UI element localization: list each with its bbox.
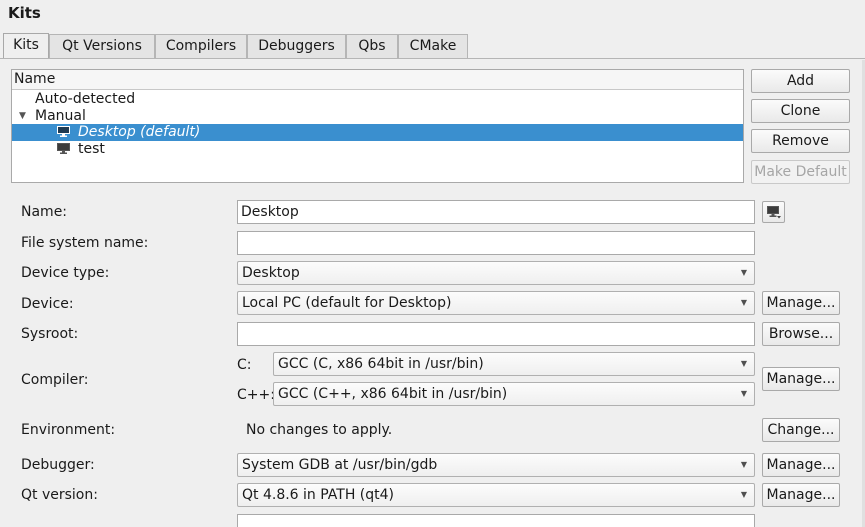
tree-item-auto-detected[interactable]: Auto-detected <box>12 91 743 108</box>
tree-item-label: test <box>78 141 105 157</box>
tree-header-name[interactable]: Name <box>12 70 743 90</box>
collapse-caret-icon[interactable]: ▼ <box>19 108 26 124</box>
tree-item-test[interactable]: test <box>12 141 743 158</box>
chevron-down-icon: ▼ <box>740 490 747 499</box>
monitor-icon <box>57 126 70 137</box>
compiler-cpp-select[interactable]: GCC (C++, x86 64bit in /usr/bin) ▼ <box>273 382 755 406</box>
device-manage-button[interactable]: Manage... <box>762 291 840 315</box>
tree-item-label: Desktop (default) <box>78 124 201 140</box>
device-label: Device: <box>21 296 74 312</box>
monitor-icon <box>767 206 781 219</box>
debugger-label: Debugger: <box>21 457 95 473</box>
environment-value: No changes to apply. <box>246 422 393 438</box>
fs-name-label: File system name: <box>21 235 149 251</box>
add-button[interactable]: Add <box>751 69 850 93</box>
device-value: Local PC (default for Desktop) <box>242 295 452 311</box>
make-default-button[interactable]: Make Default <box>751 160 850 184</box>
tab-qt-versions[interactable]: Qt Versions <box>49 34 155 58</box>
chevron-down-icon: ▼ <box>740 389 747 398</box>
name-input[interactable]: Desktop <box>237 200 755 224</box>
kit-icon-button[interactable] <box>762 201 785 223</box>
environment-change-button[interactable]: Change... <box>762 418 840 442</box>
debugger-select[interactable]: System GDB at /usr/bin/gdb ▼ <box>237 453 755 477</box>
chevron-down-icon: ▼ <box>740 298 747 307</box>
chevron-down-icon: ▼ <box>740 268 747 277</box>
debugger-value: System GDB at /usr/bin/gdb <box>242 457 438 473</box>
tree-item-label: Auto-detected <box>35 91 136 107</box>
tree-item-manual[interactable]: ▼ Manual <box>12 108 743 125</box>
device-type-value: Desktop <box>242 265 300 281</box>
compiler-c-select[interactable]: GCC (C, x86 64bit in /usr/bin) ▼ <box>273 352 755 376</box>
chevron-down-icon: ▼ <box>740 359 747 368</box>
tab-divider <box>0 58 865 59</box>
remove-button[interactable]: Remove <box>751 129 850 153</box>
sysroot-input[interactable] <box>237 322 755 346</box>
sysroot-browse-button[interactable]: Browse... <box>762 322 840 346</box>
kits-tree[interactable]: Name Auto-detected ▼ Manual Desktop (def… <box>11 69 744 183</box>
tree-item-label: Manual <box>35 108 86 124</box>
debugger-manage-button[interactable]: Manage... <box>762 453 840 477</box>
tab-kits[interactable]: Kits <box>3 33 49 58</box>
tab-qbs[interactable]: Qbs <box>346 34 398 58</box>
page-title: Kits <box>8 4 41 22</box>
compiler-manage-button[interactable]: Manage... <box>762 367 840 391</box>
fs-name-input[interactable] <box>237 231 755 255</box>
compiler-c-label: C: <box>237 357 252 373</box>
compiler-cpp-label: C++: <box>237 387 275 403</box>
qt-version-label: Qt version: <box>21 487 98 503</box>
qt-version-value: Qt 4.8.6 in PATH (qt4) <box>242 487 395 503</box>
tab-debuggers[interactable]: Debuggers <box>247 34 346 58</box>
tree-item-desktop-default[interactable]: Desktop (default) <box>12 124 743 141</box>
qt-version-select[interactable]: Qt 4.8.6 in PATH (qt4) ▼ <box>237 483 755 507</box>
tab-compilers[interactable]: Compilers <box>155 34 247 58</box>
name-label: Name: <box>21 204 68 220</box>
device-type-label: Device type: <box>21 265 110 281</box>
next-field-partial[interactable] <box>237 514 755 527</box>
clone-button[interactable]: Clone <box>751 99 850 123</box>
device-type-select[interactable]: Desktop ▼ <box>237 261 755 285</box>
compiler-cpp-value: GCC (C++, x86 64bit in /usr/bin) <box>278 386 508 402</box>
qt-version-manage-button[interactable]: Manage... <box>762 483 840 507</box>
environment-label: Environment: <box>21 422 116 438</box>
device-select[interactable]: Local PC (default for Desktop) ▼ <box>237 291 755 315</box>
tab-cmake[interactable]: CMake <box>398 34 468 58</box>
monitor-icon <box>57 143 70 154</box>
chevron-down-icon: ▼ <box>740 460 747 469</box>
sysroot-label: Sysroot: <box>21 326 79 342</box>
compiler-label: Compiler: <box>21 372 89 388</box>
compiler-c-value: GCC (C, x86 64bit in /usr/bin) <box>278 356 484 372</box>
tab-bar: Kits Qt Versions Compilers Debuggers Qbs… <box>0 33 865 58</box>
